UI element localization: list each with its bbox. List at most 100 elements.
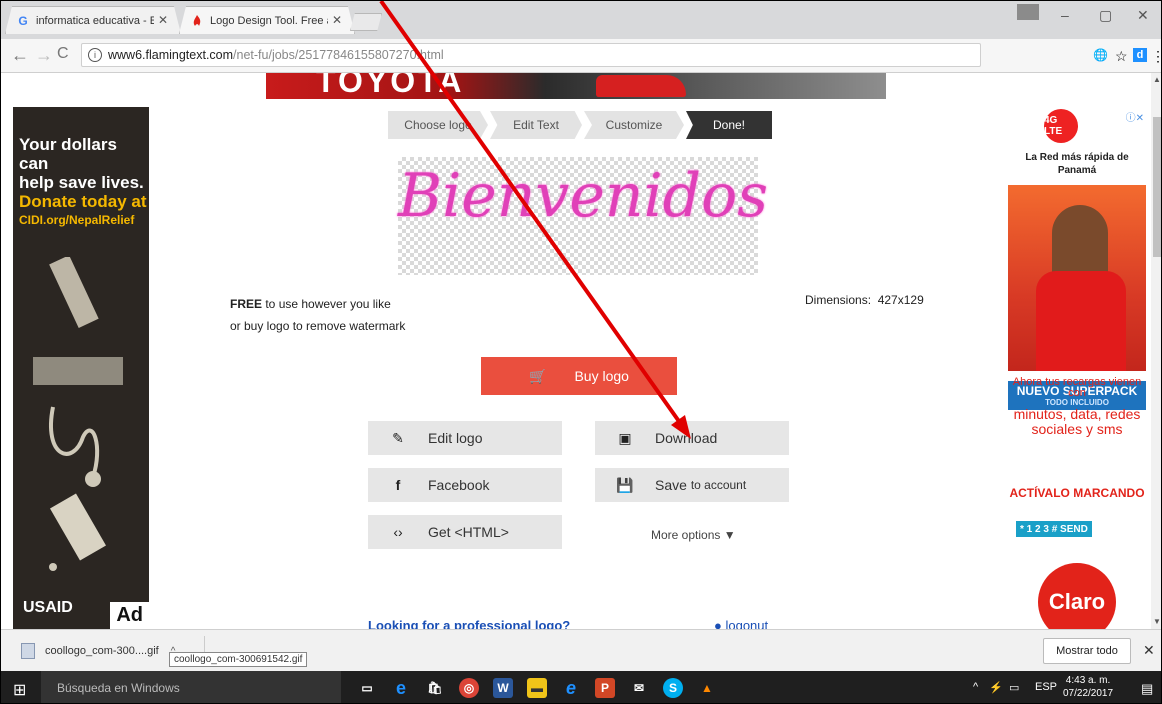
info-icon[interactable]: i [88, 48, 102, 62]
get-html-button[interactable]: ‹› Get <HTML> [368, 515, 562, 549]
steps-breadcrumb: Choose logo Edit Text Customize Done! [388, 111, 774, 139]
shirt-image [1036, 271, 1126, 371]
menu-icon[interactable]: ⋮ [1151, 48, 1161, 65]
close-icon[interactable]: ✕ [332, 13, 342, 27]
download-icon: ▣ [618, 429, 632, 446]
right-claro-ad[interactable]: 4G LTE ⓘ✕ La Red más rápida de Panamá NU… [1008, 107, 1146, 629]
scroll-thumb[interactable] [1153, 117, 1161, 257]
dimensions-label: Dimensions: [805, 293, 872, 307]
download-button[interactable]: ▣ Download [595, 421, 789, 455]
powerpoint-icon[interactable]: P [595, 678, 615, 698]
download-shelf: coollogo_com-300....gif ^ coollogo_com-3… [1, 629, 1161, 671]
tab-informatica[interactable]: G informatica educativa - E ✕ [5, 6, 181, 34]
task-view-icon[interactable]: ▭ [357, 678, 377, 698]
save-to-account-button[interactable]: 💾 Save to account [595, 468, 789, 502]
battery-icon[interactable]: ▭ [1009, 681, 1019, 694]
scroll-up-icon[interactable]: ▲ [1153, 75, 1161, 84]
clock-time: 4:43 a. m. [1065, 675, 1111, 686]
html-label: Get <HTML> [428, 524, 509, 540]
save-label: Save [655, 477, 687, 493]
dimensions: Dimensions: 427x129 [805, 293, 924, 307]
file-explorer-icon[interactable]: ▬ [527, 678, 547, 698]
code-icon: ‹› [393, 524, 403, 540]
url-host: www6.flamingtext.com [108, 48, 234, 62]
taskbar-search[interactable]: Búsqueda en Windows [41, 671, 341, 703]
restore-icon[interactable]: ▢ [1099, 7, 1112, 24]
tab-title: Logo Design Tool. Free a [210, 14, 328, 27]
step-done: Done! [686, 111, 772, 139]
facebook-label: Facebook [428, 477, 490, 493]
file-icon [21, 643, 35, 659]
network-icon[interactable]: ⚡ [989, 681, 1003, 694]
usaid-logo: USAID [23, 599, 73, 616]
extension-icon[interactable]: d [1133, 48, 1147, 62]
language-indicator[interactable]: ESP [1035, 681, 1057, 693]
facebook-button[interactable]: f Facebook [368, 468, 562, 502]
clock[interactable]: 4:43 a. m. 07/22/2017 [1063, 674, 1113, 700]
professional-logo-link[interactable]: Looking for a professional logo? [368, 618, 570, 629]
step-customize[interactable]: Customize [584, 111, 684, 139]
4g-badge: 4G LTE [1044, 109, 1078, 143]
ad-line: Your dollars can [19, 135, 117, 173]
download-filename: coollogo_com-300....gif [45, 645, 159, 657]
edit-logo-button[interactable]: ✎ Edit logo [368, 421, 562, 455]
step-edit-text[interactable]: Edit Text [490, 111, 582, 139]
close-icon[interactable]: ✕ [1143, 642, 1155, 659]
tab-flamingtext[interactable]: Logo Design Tool. Free a ✕ [179, 6, 355, 34]
google-icon: G [18, 13, 28, 28]
edge-icon[interactable]: e [391, 678, 411, 698]
ad-dial-code: * 1 2 3 # SEND [1016, 521, 1092, 537]
chrome-icon[interactable]: ◎ [459, 678, 479, 698]
ad-url: CIDI.org/NepalRelief [19, 213, 135, 227]
forward-icon[interactable]: → [35, 45, 53, 66]
tray-chevron-icon[interactable]: ^ [973, 681, 978, 693]
ad-headline: La Red más rápida de Panamá [1025, 152, 1129, 176]
logonut-link[interactable]: ● logonut [714, 618, 768, 629]
close-window-icon[interactable]: ✕ [1137, 7, 1149, 24]
mail-icon[interactable]: ✉ [629, 678, 649, 698]
toyota-banner-ad[interactable]: TOYOTA [266, 73, 886, 99]
windows-start-icon[interactable]: ⊞ [13, 680, 26, 700]
claro-logo: Claro [1038, 563, 1116, 629]
more-options-link[interactable]: More options ▼ [651, 528, 736, 542]
profile-icon[interactable] [1017, 4, 1039, 20]
ad-photo: NUEVO SUPERPACK TODO INCLUIDO [1008, 185, 1146, 410]
ie-icon[interactable]: e [561, 678, 581, 698]
skype-icon[interactable]: S [663, 678, 683, 698]
browser-tab-strip: G informatica educativa - E ✕ Logo Desig… [1, 1, 1161, 39]
free-label: FREE [230, 297, 263, 311]
store-icon[interactable]: 🛍 [425, 678, 445, 698]
banner-text: TOYOTA [316, 73, 465, 99]
clock-date: 07/22/2017 [1063, 688, 1114, 699]
page-scrollbar[interactable]: ▲ ▼ [1151, 73, 1161, 629]
show-all-button[interactable]: Mostrar todo [1043, 638, 1131, 664]
back-icon[interactable]: ← [11, 45, 29, 66]
left-donation-ad[interactable]: Your dollars can help save lives. Donate… [13, 107, 149, 629]
windows-taskbar: ⊞ Búsqueda en Windows ▭ e 🛍 ◎ W ▬ e P ✉ … [1, 671, 1161, 703]
translate-icon[interactable]: 🌐 [1093, 48, 1108, 62]
car-image [596, 75, 686, 97]
reload-icon[interactable]: C [57, 45, 69, 63]
vlc-icon[interactable]: ▲ [697, 678, 717, 698]
free-text: to use however you like [262, 297, 391, 311]
url-path: /net-fu/jobs/25177846155807270.html [233, 48, 444, 62]
new-tab-button[interactable] [350, 13, 382, 31]
web-page: TOYOTA Your dollars can help save lives.… [1, 73, 1151, 629]
ad-text-2: minutos, data, redes sociales y sms [1013, 406, 1141, 437]
screenshot-root: G informatica educativa - E ✕ Logo Desig… [0, 0, 1162, 704]
scroll-down-icon[interactable]: ▼ [1153, 617, 1161, 626]
step-choose-logo[interactable]: Choose logo [388, 111, 488, 139]
logo-preview: Bienvenidos [398, 157, 768, 275]
close-icon[interactable]: ✕ [158, 13, 168, 27]
word-icon[interactable]: W [493, 678, 513, 698]
medical-illustration [33, 257, 123, 571]
ad-choices-icon[interactable]: ⓘ✕ [1126, 109, 1144, 124]
ad-badge: Ad [110, 602, 149, 629]
buy-logo-button[interactable]: 🛒 Buy logo [481, 357, 677, 395]
logo-text: Bienvenidos [398, 161, 768, 231]
star-icon[interactable]: ☆ [1115, 48, 1128, 65]
notification-icon[interactable]: ▤ [1141, 681, 1153, 697]
watermark-text: or buy logo to remove watermark [230, 319, 406, 333]
minimize-icon[interactable]: – [1061, 7, 1069, 23]
address-bar[interactable]: i www6.flamingtext.com /net-fu/jobs/2517… [81, 43, 981, 67]
